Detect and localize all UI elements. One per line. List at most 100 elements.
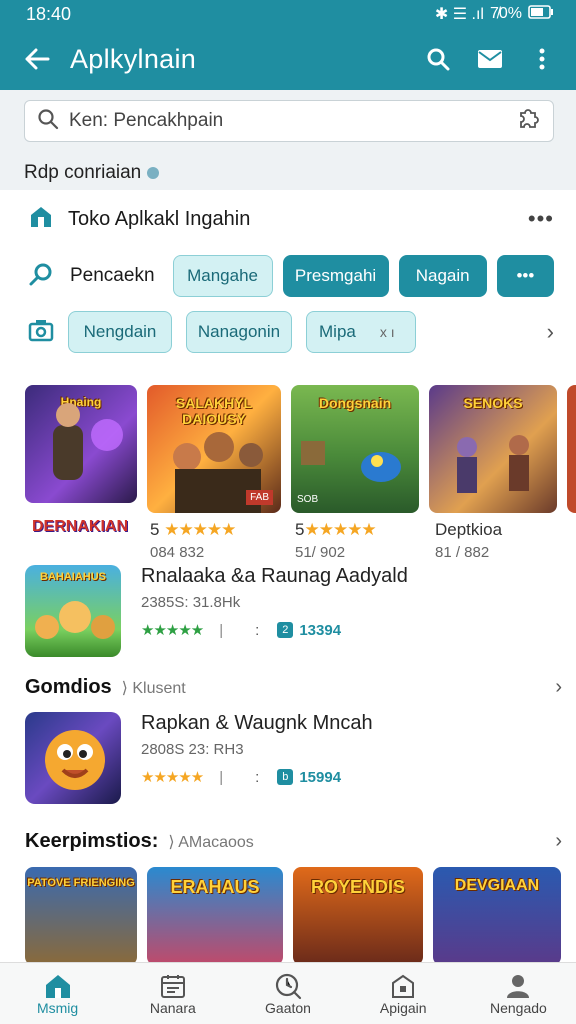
app-name: Rnalaaka &a Raunag Aadyald [141,565,408,587]
recommended-carousel: PATOVE FRIENGING ERAHAUS ROYENDIS DEVGIA… [25,867,561,965]
featured-name: Deptkioa [435,520,503,539]
nav-label: Nanara [149,999,196,1016]
nav-calendar[interactable]: Nanara [115,963,230,1024]
app-info: Rapkan & Waugnk Mncah 2808S 23: RH3 ★★★★… [141,712,373,804]
signal-icons: ✱ ☰ .ıl [434,6,484,23]
store-label: Toko Aplkakl Ingahin [68,207,251,230]
card-title: PATOVE FRIENGING [27,877,135,889]
featured-card-2[interactable]: SALAKHYL DAIOUSY FAB [147,385,281,513]
list-item[interactable]: Rapkan & Waugnk Mncah 2808S 23: RH3 ★★★★… [25,712,373,804]
chip-nengdain[interactable]: Nengdain [68,311,172,353]
nav-apps[interactable]: Apigain [346,963,461,1024]
rating-value: 5 [150,520,160,539]
search-icon[interactable] [424,45,452,73]
featured-carousel: Hnaing SALAKHYL DAIOUSY FAB Dongsnain SO… [25,385,576,513]
chip-nanagonin[interactable]: Nanagonin [186,311,292,353]
divider: | [219,768,224,786]
puzzle-icon[interactable] [515,107,541,136]
chevron-right-icon[interactable]: › [547,319,554,345]
store-row[interactable]: Toko Aplkakl Ingahin ••• [0,190,576,248]
app-code: 13394 [299,621,342,639]
section-subtitle: ⟩ AMacaoos [168,833,254,851]
nav-profile[interactable]: Nengado [461,963,576,1024]
featured-card-3[interactable]: Dongsnain SOB [291,385,419,513]
chip-presmgahi[interactable]: Presmgahi [282,255,389,297]
app-title: Aplkylnain [70,43,197,74]
section-subheading: Rdp conriaian [24,162,554,184]
separator-dot: : [255,768,260,786]
more-options-icon[interactable]: ••• [528,206,554,232]
featured-badge-2: SOB [297,494,319,505]
calendar-icon [160,972,186,1000]
nav-search[interactable]: Gaaton [230,963,345,1024]
card-title: ERAHAUS [170,877,260,897]
recommended-card-1[interactable]: PATOVE FRIENGING [25,867,137,965]
nav-label: Nengado [490,999,547,1016]
app-name: Rapkan & Waugnk Mncah [141,712,373,734]
search-filter-icon [28,261,54,292]
chip-mangahe[interactable]: Mangahe [172,255,273,297]
battery-text: 7̸0% [489,5,522,22]
featured-meta-3: 5★★★★★ 51/ 902 [295,520,377,561]
code-badge-icon: b [277,769,294,785]
featured-card-1[interactable]: Hnaing [25,385,137,503]
list-item[interactable]: BAHAIAHUS Rnalaaka &a Raunag Aadyald 238… [25,565,408,657]
app-rating-row: ★★★★★ | : 2 13394 [141,621,408,640]
chip-more[interactable]: ••• [496,255,554,297]
featured-meta-4: Deptkioa 81 / 882 [435,520,502,561]
subheading-text: Rdp conriaian [24,162,142,183]
section-header-1[interactable]: Gomdios ⟩ Klusent › [25,676,562,699]
filter-row-1: Pencaekn Mangahe Presmgahi Nagain ••• [0,248,576,304]
chevron-right-icon[interactable]: › [555,830,562,853]
rating-stars: ★★★★★ [304,520,376,539]
clock: 18:40 [26,3,72,24]
game-logo: DERNAKIAN [32,518,128,535]
card-title: ROYENDIS [310,877,406,897]
chip-mipa[interactable]: Mipa x ı [306,311,416,353]
search-input[interactable]: Ken: Pencakhpain [69,110,515,132]
app-size: 2808S 23: RH3 [141,741,244,758]
overflow-menu-icon[interactable] [528,45,556,73]
download-count: 084 832 [150,544,205,561]
card-title: DEVGIAAN [454,877,540,894]
recommended-card-3[interactable]: ROYENDIS [293,867,423,965]
app-bar: Aplkylnain [0,28,576,90]
chevron-right-icon[interactable]: › [555,676,562,699]
nav-home[interactable]: Msmig [0,963,115,1024]
app-info: Rnalaaka &a Raunag Aadyald 2385S: 31.8Hk… [141,565,408,657]
rating-stars: ★★★★★ [141,769,204,786]
clock-search-icon [274,972,302,1000]
featured-meta-2: 5 ★★★★★ 084 832 [150,520,236,561]
nav-label: Msmig [36,999,79,1016]
chip-mipa-suffix: x ı [379,324,395,340]
recommended-card-4[interactable]: DEVGIAAN [433,867,561,965]
divider: | [219,621,224,639]
app-size: 2385S: 31.8Hk [141,594,241,611]
search-field[interactable]: Ken: Pencakhpain [24,100,554,142]
recommended-card-2[interactable]: ERAHAUS [147,867,283,965]
camera-icon [28,318,54,347]
bottom-navigation: Msmig Nanara Gaaton Apigain Nengado [0,962,576,1024]
rating-stars: ★★★★★ [141,622,204,639]
chip-nagain[interactable]: Nagain [398,255,487,297]
mail-icon[interactable] [476,45,504,73]
status-bar: 18:40 ✱ ☰ .ıl 7̸0% [0,0,576,28]
home-icon [44,972,72,1000]
back-arrow-icon[interactable] [22,44,52,74]
section-subtitle: ⟩ Klusent [121,679,186,697]
download-count: 51/ 902 [295,544,346,561]
rating-stars: ★★★★★ [164,520,236,539]
section-header-2[interactable]: Keerpimstios: ⟩ AMacaoos › [25,830,562,853]
status-icons: ✱ ☰ .ıl 7̸0% [435,4,554,24]
code-badge-icon: 2 [277,622,294,638]
featured-card-5-partial[interactable] [567,385,576,513]
search-section: Ken: Pencakhpain Rdp conriaian [0,90,576,190]
search-icon [37,108,59,135]
app-thumbnail: BAHAIAHUS [25,565,121,657]
featured-card-4[interactable]: SENOKS [429,385,557,513]
app-thumbnail [25,712,121,804]
app-rating-row: ★★★★★ | : b 15994 [141,768,373,787]
app-code: 15994 [299,768,342,786]
section-title: Keerpimstios: [25,830,159,852]
person-icon [505,972,531,1000]
